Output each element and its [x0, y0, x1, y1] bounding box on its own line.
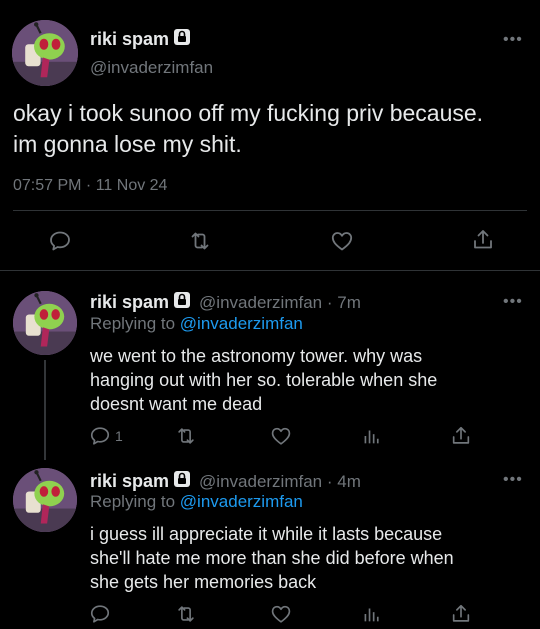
reply-count: 1: [115, 428, 123, 444]
like-icon: [330, 229, 354, 253]
reply-text-line: doesnt want me dead: [90, 394, 263, 414]
more-icon[interactable]: •••: [503, 293, 523, 311]
timestamp[interactable]: 07:57 PM · 11 Nov 24: [13, 177, 167, 195]
reply-text: i guess ill appreciate it while it lasts…: [90, 522, 530, 594]
divider: [13, 210, 527, 211]
handle[interactable]: @invaderzimfan: [90, 58, 213, 78]
analytics-button[interactable]: [360, 603, 382, 625]
share-button[interactable]: [471, 228, 495, 252]
thread-line: [44, 360, 46, 460]
divider: [0, 270, 540, 271]
like-button[interactable]: [270, 425, 292, 447]
lock-icon: [173, 28, 191, 51]
reply-text-line: hanging out with her so. tolerable when …: [90, 370, 438, 390]
reply-button[interactable]: [48, 229, 72, 253]
analytics-icon: [360, 603, 382, 625]
handle-time[interactable]: @invaderzimfan · 7m: [199, 293, 361, 313]
replying-to: Replying to @invaderzimfan: [90, 492, 303, 512]
share-icon: [450, 603, 472, 625]
avatar[interactable]: [12, 20, 78, 86]
replying-prefix: Replying to: [90, 314, 176, 333]
analytics-button[interactable]: [360, 425, 382, 447]
analytics-icon: [360, 425, 382, 447]
reply-button[interactable]: 1: [89, 425, 123, 447]
share-icon: [450, 425, 472, 447]
like-icon: [270, 425, 292, 447]
author-row: riki spam @invaderzimfan · 7m: [90, 291, 361, 314]
tweet-text: okay i took sunoo off my fucking priv be…: [13, 98, 533, 160]
reply-icon: [48, 229, 72, 253]
like-icon: [270, 603, 292, 625]
retweet-button[interactable]: [175, 603, 197, 625]
more-icon[interactable]: •••: [503, 471, 523, 489]
reply-text-line: she gets her memories back: [90, 572, 317, 592]
lock-icon: [173, 470, 191, 493]
share-icon: [471, 228, 495, 252]
reply-icon: [89, 603, 111, 625]
handle-time[interactable]: @invaderzimfan · 4m: [199, 472, 361, 492]
like-button[interactable]: [330, 229, 354, 253]
replying-handle-link[interactable]: @invaderzimfan: [180, 314, 303, 333]
tweet-text-line: okay i took sunoo off my fucking priv be…: [13, 100, 484, 126]
retweet-icon: [175, 603, 197, 625]
replying-to: Replying to @invaderzimfan: [90, 314, 303, 334]
retweet-button[interactable]: [175, 425, 197, 447]
reply-text: we went to the astronomy tower. why was …: [90, 344, 530, 416]
display-name[interactable]: riki spam: [90, 471, 169, 492]
avatar[interactable]: [13, 291, 77, 355]
author-row: riki spam: [90, 28, 191, 51]
like-button[interactable]: [270, 603, 292, 625]
reply-text-line: we went to the astronomy tower. why was: [90, 346, 423, 366]
replying-handle-link[interactable]: @invaderzimfan: [180, 492, 303, 511]
display-name[interactable]: riki spam: [90, 29, 169, 50]
replying-prefix: Replying to: [90, 492, 176, 511]
more-icon[interactable]: •••: [503, 31, 523, 49]
share-button[interactable]: [450, 603, 472, 625]
reply-button[interactable]: [89, 603, 111, 625]
reply-icon: [89, 425, 111, 447]
display-name[interactable]: riki spam: [90, 292, 169, 313]
retweet-button[interactable]: [188, 229, 212, 253]
retweet-icon: [188, 229, 212, 253]
author-row: riki spam @invaderzimfan · 4m: [90, 470, 361, 493]
tweet-text-line: im gonna lose my shit.: [13, 131, 242, 157]
share-button[interactable]: [450, 425, 472, 447]
reply-text-line: she'll hate me more than she did before …: [90, 548, 454, 568]
lock-icon: [173, 291, 191, 314]
retweet-icon: [175, 425, 197, 447]
avatar[interactable]: [13, 468, 77, 532]
reply-text-line: i guess ill appreciate it while it lasts…: [90, 524, 443, 544]
